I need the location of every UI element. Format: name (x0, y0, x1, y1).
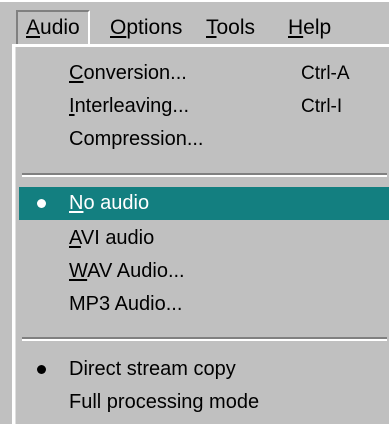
radio-dot-icon (37, 365, 46, 374)
menu-options[interactable]: Options (102, 10, 190, 46)
menu-bar: Audio Options Tools Help (0, 0, 389, 46)
menu-item-conversion[interactable]: Conversion... Ctrl-A (19, 57, 389, 90)
menu-item-wav-audio[interactable]: WAV Audio... (19, 255, 389, 288)
menu-item-direct-stream-copy-label: Direct stream copy (69, 353, 236, 386)
menu-separator-1 (22, 173, 387, 177)
menu-help[interactable]: Help (280, 10, 339, 46)
menu-item-avi-audio[interactable]: AVI audio (19, 222, 389, 255)
menu-item-interleaving[interactable]: Interleaving... Ctrl-I (19, 90, 389, 123)
menu-item-full-processing-mode-label: Full processing mode (69, 386, 259, 419)
menu-tools-label: ools (216, 16, 256, 39)
menu-help-accel: H (288, 16, 304, 39)
menu-item-avi-audio-accel: A (69, 227, 81, 249)
menu-item-mp3-audio-label: MP3 Audio... (69, 288, 182, 321)
menu-item-conversion-label: Conversion... (69, 57, 187, 90)
menu-item-mp3-audio-pre: MP3 Audio... (69, 293, 183, 315)
radio-dot-icon (37, 199, 46, 208)
menu-item-no-audio-post: o audio (83, 192, 150, 214)
app-window: Audio Options Tools Help Conversion... C… (0, 0, 389, 424)
menu-item-conversion-accel: C (69, 62, 84, 84)
menu-item-direct-stream-copy[interactable]: Direct stream copy (19, 353, 389, 386)
menu-separator-2 (22, 337, 387, 341)
menu-audio-label: udio (40, 16, 80, 39)
menu-item-wav-audio-label: WAV Audio... (69, 255, 185, 288)
menu-item-conversion-post: onversion... (83, 62, 187, 84)
menu-item-compression-label: Compression... (69, 123, 204, 156)
menu-item-no-audio[interactable]: No audio (19, 187, 389, 220)
menu-item-wav-audio-post: AV Audio... (87, 260, 185, 282)
menu-audio-accel: A (26, 16, 41, 39)
audio-dropdown-body: Conversion... Ctrl-A Interleaving... Ctr… (15, 47, 389, 424)
menu-options-accel: O (110, 16, 127, 39)
menu-item-full-processing-mode-pre: Full processing mode (69, 391, 260, 413)
menu-audio[interactable]: Audio (16, 10, 90, 46)
menu-item-conversion-shortcut: Ctrl-A (301, 63, 350, 84)
menu-tools-accel: T (206, 16, 217, 39)
menu-item-compression[interactable]: Compression... (19, 123, 389, 156)
menu-item-interleaving-post: nterleaving... (74, 95, 190, 117)
audio-dropdown-menu: Conversion... Ctrl-A Interleaving... Ctr… (12, 44, 389, 424)
menu-options-label: ptions (126, 16, 183, 39)
menu-item-avi-audio-post: VI audio (80, 227, 155, 249)
menu-help-label: elp (303, 16, 332, 39)
menu-item-no-audio-accel: N (69, 192, 84, 214)
menu-item-direct-stream-copy-pre: Direct stream copy (69, 358, 236, 380)
menu-item-avi-audio-label: AVI audio (69, 222, 154, 255)
menu-item-compression-pre: Compression... (69, 128, 204, 150)
menu-item-no-audio-label: No audio (69, 187, 149, 220)
menu-tools[interactable]: Tools (198, 10, 263, 46)
menu-item-wav-audio-accel: W (69, 260, 88, 282)
menu-item-interleaving-label: Interleaving... (69, 90, 189, 123)
menu-item-interleaving-shortcut: Ctrl-I (301, 96, 343, 117)
menu-item-full-processing-mode[interactable]: Full processing mode (19, 386, 389, 419)
menu-item-mp3-audio[interactable]: MP3 Audio... (19, 288, 389, 321)
